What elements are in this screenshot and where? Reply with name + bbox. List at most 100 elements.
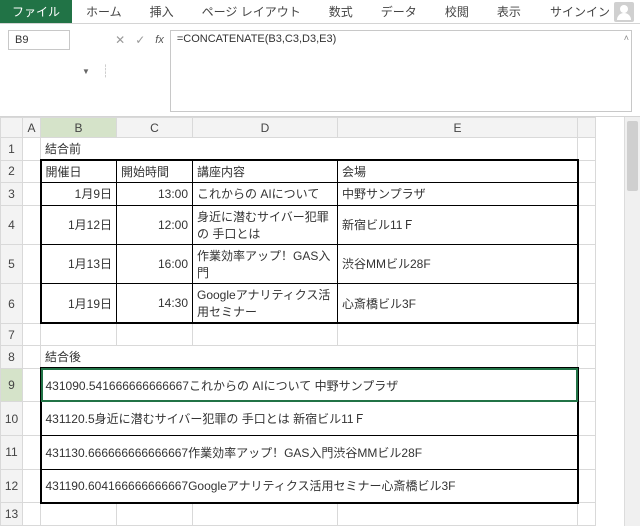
cell[interactable] (41, 503, 117, 526)
cell[interactable] (578, 436, 596, 470)
cell[interactable] (23, 503, 41, 526)
cell[interactable]: 身近に潜むサイバー犯罪の 手口とは (193, 205, 338, 244)
file-tab[interactable]: ファイル (0, 0, 72, 23)
scrollbar-thumb[interactable] (627, 121, 638, 191)
cell-before-label[interactable]: 結合前 (41, 138, 578, 160)
cell[interactable]: 新宿ビル11Ｆ (338, 205, 578, 244)
cell[interactable] (23, 284, 41, 324)
col-blank[interactable] (578, 118, 596, 138)
cell[interactable] (193, 503, 338, 526)
cell[interactable]: 1月12日 (41, 205, 117, 244)
cell-header-topic[interactable]: 講座内容 (193, 160, 338, 182)
cell-B9-selected[interactable]: 431090.541666666666667これからの AIについて 中野サンプ… (41, 368, 578, 402)
cell-header-date[interactable]: 開催日 (41, 160, 117, 182)
cell[interactable] (23, 436, 41, 470)
cancel-icon[interactable]: ✕ (115, 33, 125, 47)
cell[interactable]: Googleアナリティクス活用セミナー (193, 284, 338, 324)
cell[interactable]: 431190.604166666666667Googleアナリティクス活用セミナ… (41, 469, 578, 503)
cell[interactable] (578, 244, 596, 283)
cell[interactable]: 渋谷MMビル28F (338, 244, 578, 283)
cell[interactable]: 1月13日 (41, 244, 117, 283)
cell[interactable]: 心斎橋ビル3F (338, 284, 578, 324)
cell-header-venue[interactable]: 会場 (338, 160, 578, 182)
cell[interactable] (578, 284, 596, 324)
cell[interactable]: これからの AIについて (193, 183, 338, 205)
row-header[interactable]: 11 (1, 436, 23, 470)
row-header[interactable]: 2 (1, 160, 23, 182)
cell[interactable] (578, 205, 596, 244)
cell[interactable]: 1月9日 (41, 183, 117, 205)
formula-input[interactable]: =CONCATENATE(B3,C3,D3,E3) ˄ (170, 30, 632, 112)
vertical-scrollbar[interactable] (624, 117, 640, 526)
cell[interactable] (23, 368, 41, 402)
row-header[interactable]: 4 (1, 205, 23, 244)
cell[interactable]: 12:00 (117, 205, 193, 244)
cell[interactable] (193, 323, 338, 345)
cell[interactable] (578, 183, 596, 205)
spreadsheet-grid[interactable]: A B C D E 1 結合前 2 開催日 開始時間 講座内容 会場 3 1月9… (0, 117, 596, 526)
cell[interactable] (23, 402, 41, 436)
cell[interactable] (23, 244, 41, 283)
row-header[interactable]: 8 (1, 346, 23, 368)
cell[interactable] (578, 138, 596, 160)
cell[interactable] (23, 469, 41, 503)
expand-icon[interactable]: ˄ (624, 33, 629, 43)
select-all-corner[interactable] (1, 118, 23, 138)
cell[interactable]: 1月19日 (41, 284, 117, 324)
cell[interactable] (578, 160, 596, 182)
ribbon-tab-review[interactable]: 校閲 (431, 0, 483, 23)
cell[interactable]: 431120.5身近に潜むサイバー犯罪の 手口とは 新宿ビル11Ｆ (41, 402, 578, 436)
cell[interactable] (578, 323, 596, 345)
cell[interactable] (23, 160, 41, 182)
ribbon-tab-view[interactable]: 表示 (483, 0, 535, 23)
ribbon-tab-layout[interactable]: ページ レイアウト (188, 0, 315, 23)
cell-header-time[interactable]: 開始時間 (117, 160, 193, 182)
cell[interactable] (117, 503, 193, 526)
cell[interactable] (23, 323, 41, 345)
cell[interactable]: 作業効率アップ！GAS入門 (193, 244, 338, 283)
cell[interactable]: 中野サンプラザ (338, 183, 578, 205)
cell[interactable]: 14:30 (117, 284, 193, 324)
cell[interactable]: 431130.666666666666667作業効率アップ！GAS入門渋谷MMビ… (41, 436, 578, 470)
user-icon (614, 2, 634, 22)
fx-icon[interactable]: fx (155, 34, 164, 46)
ribbon-tab-formulas[interactable]: 数式 (315, 0, 367, 23)
cell[interactable] (578, 368, 596, 402)
name-box[interactable]: B9 (8, 30, 70, 50)
signin-area[interactable]: サインイン (550, 0, 640, 23)
cell[interactable] (23, 346, 41, 368)
cell[interactable]: 16:00 (117, 244, 193, 283)
row-header[interactable]: 10 (1, 402, 23, 436)
cell[interactable] (338, 323, 578, 345)
cell[interactable]: 13:00 (117, 183, 193, 205)
cell[interactable] (41, 323, 117, 345)
cell[interactable] (578, 402, 596, 436)
row-header[interactable]: 6 (1, 284, 23, 324)
row-header[interactable]: 3 (1, 183, 23, 205)
row-header[interactable]: 5 (1, 244, 23, 283)
cell[interactable] (578, 503, 596, 526)
row-header[interactable]: 12 (1, 469, 23, 503)
ribbon-tab-data[interactable]: データ (367, 0, 431, 23)
row-header[interactable]: 7 (1, 323, 23, 345)
col-B[interactable]: B (41, 118, 117, 138)
col-C[interactable]: C (117, 118, 193, 138)
cell[interactable] (338, 503, 578, 526)
cell[interactable] (578, 469, 596, 503)
col-D[interactable]: D (193, 118, 338, 138)
row-header[interactable]: 9 (1, 368, 23, 402)
cell[interactable] (23, 205, 41, 244)
ribbon-tab-insert[interactable]: 挿入 (136, 0, 188, 23)
cell[interactable] (23, 138, 41, 160)
col-A[interactable]: A (23, 118, 41, 138)
cell-after-label[interactable]: 結合後 (41, 346, 578, 368)
cell[interactable] (578, 346, 596, 368)
enter-icon[interactable]: ✓ (135, 33, 145, 47)
cell[interactable] (117, 323, 193, 345)
col-E[interactable]: E (338, 118, 578, 138)
ribbon-tab-home[interactable]: ホーム (72, 0, 136, 23)
cell[interactable] (23, 183, 41, 205)
row-header[interactable]: 1 (1, 138, 23, 160)
row-header[interactable]: 13 (1, 503, 23, 526)
namebox-dropdown-icon[interactable]: ▼ (76, 67, 96, 76)
